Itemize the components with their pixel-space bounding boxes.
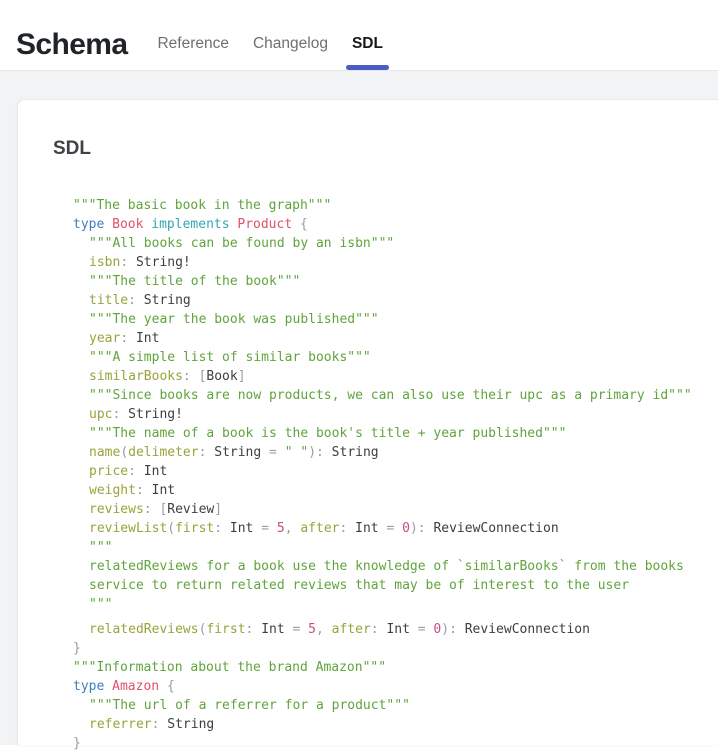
code-line: reviewList(first: Int = 5, after: Int = … [73, 519, 704, 538]
tab-changelog[interactable]: Changelog [253, 36, 328, 71]
tab-bar: Reference Changelog SDL [157, 0, 383, 70]
code-line: } [73, 639, 704, 658]
code-line: referrer: String [73, 715, 704, 734]
sdl-card-heading: SDL [53, 138, 704, 160]
tab-reference[interactable]: Reference [157, 36, 229, 71]
code-line: """All books can be found by an isbn""" [73, 234, 704, 253]
code-line: upc: String! [73, 405, 704, 424]
code-line: """The name of a book is the book's titl… [73, 424, 704, 443]
code-line: service to return related reviews that m… [73, 576, 704, 595]
code-line: """The title of the book""" [73, 272, 704, 291]
code-line: title: String [73, 291, 704, 310]
code-line: } [73, 734, 704, 753]
active-tab-indicator [346, 65, 389, 70]
code-line: relatedReviews for a book use the knowle… [73, 557, 704, 576]
code-line: type Amazon { [73, 677, 704, 696]
code-line: reviews: [Review] [73, 500, 704, 519]
code-line: year: Int [73, 329, 704, 348]
code-line: weight: Int [73, 481, 704, 500]
code-line: """The url of a referrer for a product""… [73, 696, 704, 715]
sdl-code-block: """The basic book in the graph"""type Bo… [73, 196, 704, 753]
code-line: """A simple list of similar books""" [73, 348, 704, 367]
page-title: Schema [16, 30, 127, 60]
sdl-card: SDL """The basic book in the graph"""typ… [17, 99, 718, 745]
code-line: price: Int [73, 462, 704, 481]
code-line: """Since books are now products, we can … [73, 386, 704, 405]
code-line: """ [73, 538, 704, 557]
code-line: """Information about the brand Amazon""" [73, 658, 704, 677]
code-line: """The basic book in the graph""" [73, 196, 704, 215]
page-header: Schema Reference Changelog SDL [0, 0, 718, 71]
code-line: isbn: String! [73, 253, 704, 272]
page-content: SDL """The basic book in the graph"""typ… [0, 71, 718, 745]
code-line: name(delimeter: String = " "): String [73, 443, 704, 462]
code-line: """The year the book was published""" [73, 310, 704, 329]
code-line: """ [73, 595, 704, 614]
code-line: similarBooks: [Book] [73, 367, 704, 386]
code-line: type Book implements Product { [73, 215, 704, 234]
code-line: relatedReviews(first: Int = 5, after: In… [73, 620, 704, 639]
tab-sdl[interactable]: SDL [352, 36, 383, 71]
